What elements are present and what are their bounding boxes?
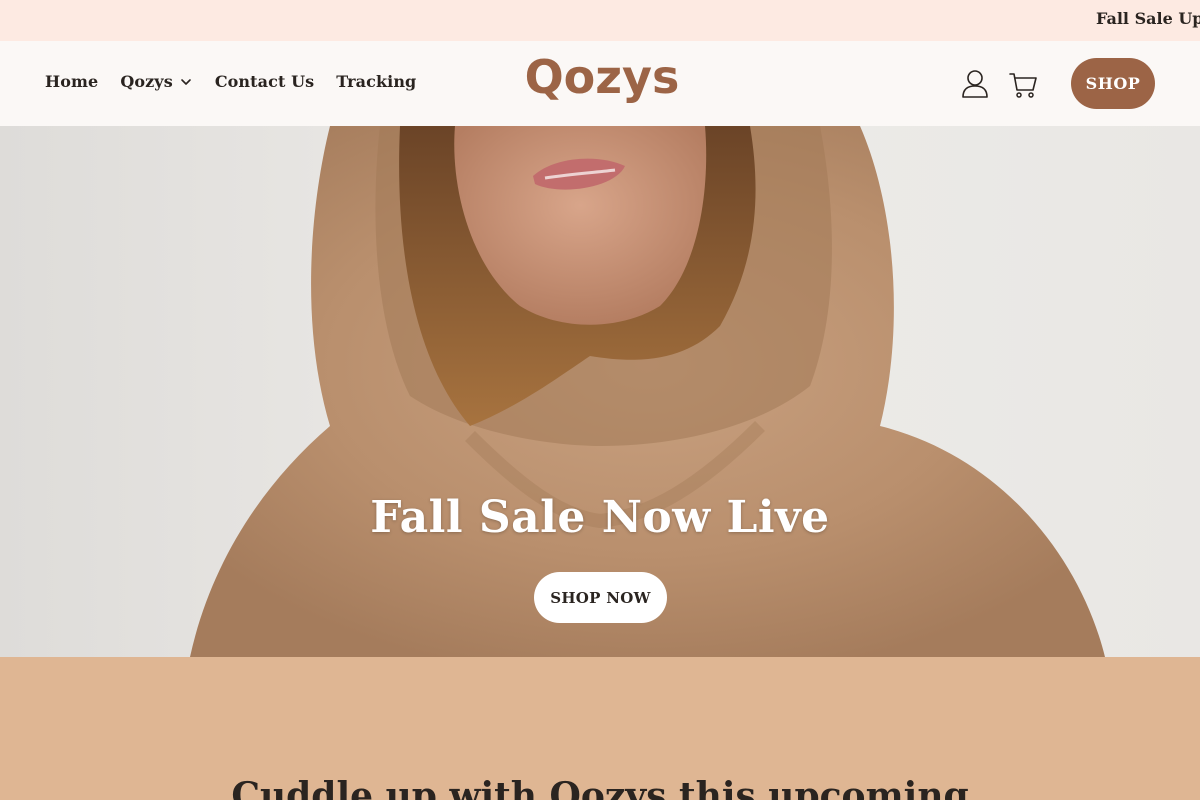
cart-icon[interactable] — [1008, 68, 1038, 100]
logo-text: Qozys — [525, 50, 680, 104]
main-nav: Home Qozys Contact Us Tracking — [45, 72, 438, 91]
nav-tracking-label: Tracking — [336, 72, 417, 91]
nav-contact-us-label: Contact Us — [214, 72, 315, 91]
nav-qozys-label: Qozys — [120, 72, 173, 91]
site-header: Home Qozys Contact Us Tracking Qozys SHO… — [0, 41, 1200, 126]
section-heading: Cuddle up with Qozys this upcoming — [231, 775, 969, 800]
nav-home-label: Home — [45, 72, 99, 91]
nav-home[interactable]: Home — [45, 72, 98, 91]
hero-title: Fall Sale Now Live — [370, 492, 830, 543]
announcement-text: Fall Sale Up T — [1096, 9, 1200, 28]
nav-contact-us[interactable]: Contact Us — [215, 72, 314, 91]
site-logo[interactable]: Qozys — [524, 47, 680, 111]
chevron-down-icon — [181, 78, 191, 85]
hero-banner: Fall Sale Now Live SHOP NOW — [0, 126, 1200, 657]
intro-section: Cuddle up with Qozys this upcoming — [0, 657, 1200, 800]
nav-qozys[interactable]: Qozys — [120, 72, 193, 91]
nav-tracking[interactable]: Tracking — [336, 72, 416, 91]
user-icon[interactable] — [960, 68, 990, 100]
shop-button[interactable]: SHOP — [1071, 58, 1155, 109]
shop-now-button[interactable]: SHOP NOW — [534, 572, 667, 623]
announcement-bar: Fall Sale Up T — [0, 0, 1200, 41]
